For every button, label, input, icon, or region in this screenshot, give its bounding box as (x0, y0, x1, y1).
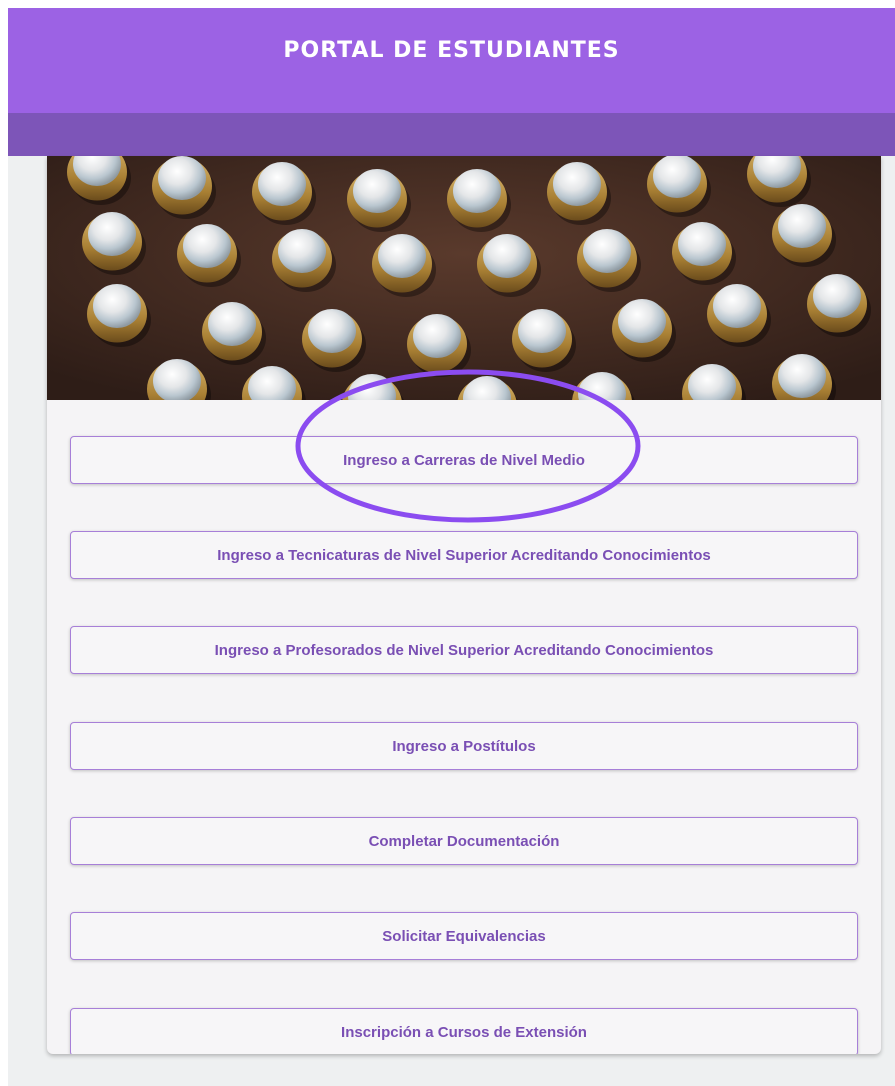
menu-button-ingreso-postitulos[interactable]: Ingreso a Postítulos (70, 722, 858, 770)
page-title: PORTAL DE ESTUDIANTES (283, 38, 620, 63)
banner-image (47, 156, 881, 400)
header-bar: PORTAL DE ESTUDIANTES (8, 8, 895, 113)
menu-button-ingreso-profesorados[interactable]: Ingreso a Profesorados de Nivel Superior… (70, 626, 858, 674)
menu-button-cursos-extension[interactable]: Inscripción a Cursos de Extensión (70, 1008, 858, 1054)
menu-button-completar-documentacion[interactable]: Completar Documentación (70, 817, 858, 865)
header-band (8, 113, 895, 156)
menu-button-ingreso-tecnicaturas[interactable]: Ingreso a Tecnicaturas de Nivel Superior… (70, 531, 858, 579)
menu-button-ingreso-nivel-medio[interactable]: Ingreso a Carreras de Nivel Medio (70, 436, 858, 484)
menu-card: Ingreso a Carreras de Nivel Medio Ingres… (47, 156, 881, 1054)
menu-button-solicitar-equivalencias[interactable]: Solicitar Equivalencias (70, 912, 858, 960)
